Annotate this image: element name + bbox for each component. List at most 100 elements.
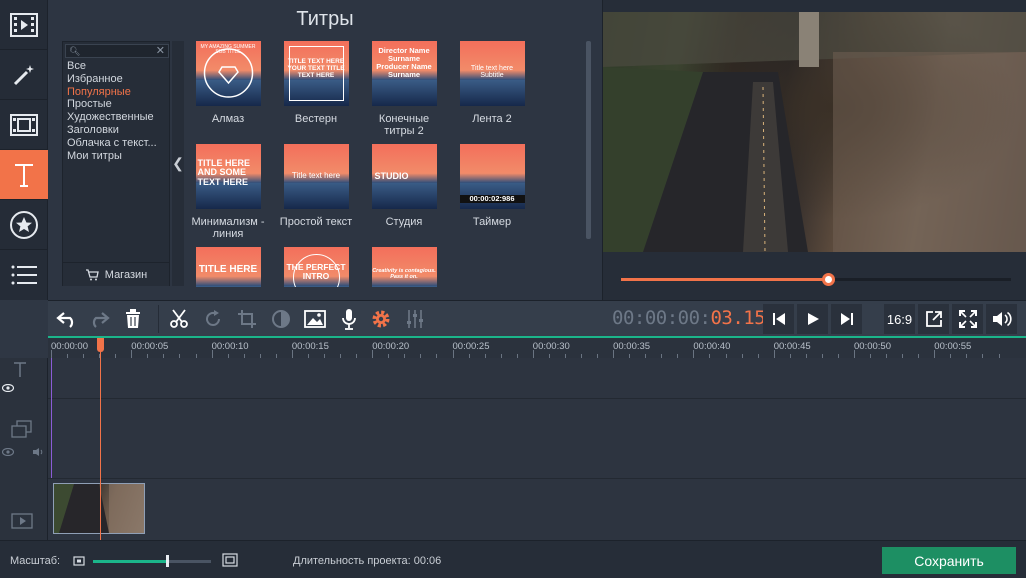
save-button[interactable]: Сохранить xyxy=(882,547,1016,574)
title-thumbnail: TITLE TEXT HERE YOUR TEXT TITLE TEXT HER… xyxy=(283,41,349,106)
redo-button[interactable] xyxy=(84,304,114,334)
tile-caption: Простой текст xyxy=(279,216,353,228)
preview-progress-bar[interactable] xyxy=(621,273,1011,286)
playhead[interactable] xyxy=(100,338,101,540)
category-item[interactable]: Облачка с текст... xyxy=(63,137,171,150)
transitions-tab[interactable] xyxy=(0,100,48,150)
cart-icon xyxy=(85,268,99,280)
eye-icon[interactable] xyxy=(2,448,14,456)
play-icon xyxy=(807,313,819,325)
shop-label: Магазин xyxy=(104,268,148,281)
zoom-slider-handle[interactable] xyxy=(166,555,170,567)
zoom-in-icon[interactable] xyxy=(222,553,238,567)
timecode-display: 00:00:00:03.150 xyxy=(612,307,777,329)
category-item[interactable]: Мои титры xyxy=(63,150,171,163)
rotate-button[interactable] xyxy=(198,304,228,334)
preview-progress-handle[interactable] xyxy=(821,273,835,286)
ruler-tick xyxy=(773,350,775,358)
ruler-label: 00:00:25 xyxy=(452,341,490,352)
chevron-left-icon: ❮ xyxy=(172,155,184,171)
skip-forward-icon xyxy=(840,313,853,325)
video-clip[interactable] xyxy=(53,483,145,534)
ruler-tick xyxy=(291,350,293,358)
video-editor-window: Титры 🔍︎ ✕ Все Избранное Популярные Прос… xyxy=(0,0,1026,578)
zoom-out-icon[interactable] xyxy=(73,556,85,566)
category-item[interactable]: Избранное xyxy=(63,73,171,86)
volume-button[interactable] xyxy=(986,304,1017,334)
title-tile[interactable]: 00:00:02:986 Таймер xyxy=(453,144,531,228)
search-icon: 🔍︎ xyxy=(69,46,81,56)
playhead-handle[interactable] xyxy=(97,338,104,352)
category-item-active[interactable]: Популярные xyxy=(63,86,171,99)
speaker-icon[interactable] xyxy=(32,447,44,457)
fullscreen-icon xyxy=(958,310,977,328)
more-tab[interactable] xyxy=(0,250,48,300)
skip-forward-button[interactable] xyxy=(831,304,862,334)
title-thumbnail: Director Name Surname Producer Name Surn… xyxy=(371,41,437,106)
title-tile[interactable]: Creativity is contagious. Pass it on. xyxy=(365,247,443,287)
category-item[interactable]: Художественные xyxy=(63,111,171,124)
title-tile[interactable]: TITLE HERE xyxy=(189,247,267,287)
clear-icon[interactable]: ✕ xyxy=(156,44,165,57)
title-tile[interactable]: TITLE HERE AND SOME TEXT HERE Минимализм… xyxy=(189,144,267,240)
title-tile[interactable]: Director Name Surname Producer Name Surn… xyxy=(365,41,443,137)
skip-back-button[interactable] xyxy=(763,304,794,334)
title-tile[interactable]: STUDIO Студия xyxy=(365,144,443,228)
ruler-tick xyxy=(131,350,133,358)
shop-button[interactable]: Магазин xyxy=(63,262,169,286)
color-adjust-button[interactable] xyxy=(266,304,296,334)
category-item[interactable]: Заголовки xyxy=(63,124,171,137)
title-thumbnail: THE PERFECT INTRO xyxy=(283,247,349,287)
export-button[interactable] xyxy=(918,304,949,334)
timeline-ruler[interactable]: 00:00:00 00:00:05 00:00:10 00:00:15 00:00:20… xyxy=(48,336,1026,358)
tile-caption: Конечные титры 2 xyxy=(378,113,430,137)
title-tile[interactable]: Title text here Простой текст xyxy=(277,144,355,228)
collapse-panel-button[interactable]: ❮ xyxy=(172,41,184,286)
transitions-icon xyxy=(10,113,38,136)
title-tile[interactable]: Title text here Subtitle Лента 2 xyxy=(453,41,531,125)
duration-value: 00:06 xyxy=(413,555,442,567)
ruler-tick xyxy=(532,350,534,358)
tile-caption: Вестерн xyxy=(294,113,338,125)
filters-tab[interactable] xyxy=(0,50,48,100)
stickers-tab[interactable] xyxy=(0,200,48,250)
category-search-input[interactable]: 🔍︎ ✕ xyxy=(65,44,169,58)
category-box: 🔍︎ ✕ Все Избранное Популярные Простые Ху… xyxy=(62,41,170,286)
category-item[interactable]: Все xyxy=(63,60,171,73)
trash-icon xyxy=(126,309,140,328)
clip-settings-button[interactable] xyxy=(366,304,396,334)
cut-button[interactable] xyxy=(164,304,194,334)
preview-area xyxy=(602,0,1026,300)
image-icon xyxy=(304,310,326,328)
title-tile[interactable]: MY AMAZING SUMMER SUB TITLE Алмаз xyxy=(189,41,267,125)
titles-tab[interactable] xyxy=(0,150,48,200)
panel-scrollbar[interactable] xyxy=(586,41,591,239)
aspect-ratio-button[interactable]: 16:9 xyxy=(884,304,915,334)
video-preview[interactable] xyxy=(603,12,1026,252)
tile-caption: Лента 2 xyxy=(472,113,512,125)
title-tile[interactable]: TITLE TEXT HERE YOUR TEXT TITLE TEXT HER… xyxy=(277,41,355,125)
category-list: Все Избранное Популярные Простые Художес… xyxy=(63,60,171,162)
title-tile[interactable]: THE PERFECT INTRO xyxy=(277,247,355,287)
fullscreen-button[interactable] xyxy=(952,304,983,334)
crop-button[interactable] xyxy=(232,304,262,334)
ruler-tick xyxy=(934,350,936,358)
tile-caption: Алмаз xyxy=(211,113,245,125)
equalizer-button[interactable] xyxy=(400,304,430,334)
editing-toolbar: 00:00:00:03.150 16:9 xyxy=(48,300,1026,336)
thumb-text: Creativity is contagious. Pass it on. xyxy=(372,268,436,280)
ruler-label: 00:00:35 xyxy=(613,341,651,352)
ruler-label: 00:00:20 xyxy=(372,341,410,352)
zoom-slider[interactable] xyxy=(93,555,211,567)
eye-icon[interactable] xyxy=(2,384,14,392)
thumb-text: STUDIO xyxy=(374,171,409,181)
skip-back-icon xyxy=(772,313,785,325)
play-button[interactable] xyxy=(797,304,828,334)
delete-button[interactable] xyxy=(118,304,148,334)
category-item[interactable]: Простые xyxy=(63,98,171,111)
undo-button[interactable] xyxy=(52,304,82,334)
media-tab[interactable] xyxy=(0,0,48,50)
timecode-dim: 00:00: xyxy=(612,307,678,329)
image-button[interactable] xyxy=(300,304,330,334)
record-voice-button[interactable] xyxy=(334,304,364,334)
